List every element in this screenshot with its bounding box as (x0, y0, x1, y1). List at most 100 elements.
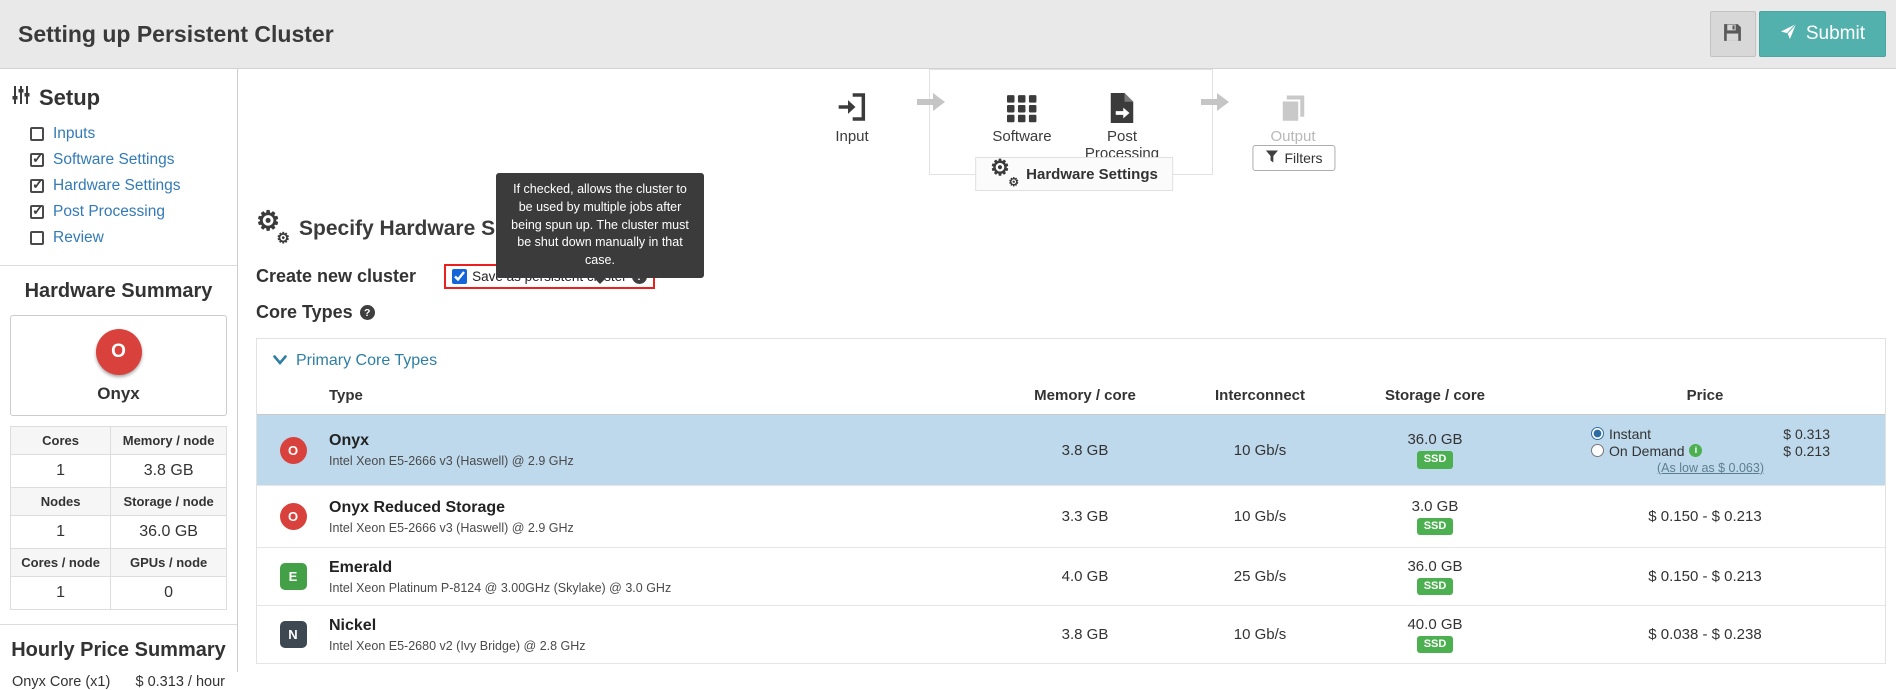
column-header-type: Type (329, 387, 363, 404)
sidebar-divider (0, 624, 237, 625)
ssd-badge: SSD (1416, 577, 1454, 596)
price-option-instant: Instant $ 0.313 (1591, 426, 1830, 442)
checkbox-checked-icon (30, 176, 44, 193)
header-actions: Submit (1709, 11, 1886, 57)
price-range: $ 0.150 - $ 0.213 (1648, 508, 1762, 525)
checkbox-checked-icon (30, 202, 44, 219)
storage-value: 40.0 GB (1407, 615, 1463, 633)
submit-button[interactable]: Submit (1758, 11, 1886, 57)
main-area: Input Software Post Processing ⚙ ⚙ Hardw… (238, 69, 1896, 672)
memory-value: 4.0 GB (1061, 568, 1109, 585)
sidebar-item-software-settings[interactable]: Software Settings (0, 147, 237, 173)
hardware-summary-table: Cores Memory / node 1 3.8 GB Nodes Stora… (9, 426, 227, 610)
create-cluster-label: Create new cluster (256, 266, 417, 286)
core-type-name: Emerald (329, 558, 393, 576)
table-row: 1 36.0 GB (9, 515, 227, 549)
core-type-row-nickel[interactable]: N Nickel Intel Xeon E5-2680 v2 (Ivy Brid… (257, 606, 1885, 664)
core-type-name: Onyx (329, 432, 370, 449)
sliders-icon (12, 85, 30, 111)
interconnect-value: 10 Gb/s (1233, 441, 1287, 459)
price-option-on-demand: On Demand $ 0.213 (1591, 443, 1830, 459)
hourly-price-summary-title: Hourly Price Summary (11, 639, 226, 661)
workflow-step-output: Output (1228, 77, 1358, 145)
core-type-cpu: Intel Xeon E5-2666 v3 (Haswell) @ 2.9 GH… (329, 520, 574, 535)
memory-value: 3.8 GB (1061, 626, 1109, 643)
persistent-cluster-checkbox[interactable] (452, 269, 468, 284)
page-title: Setting up Persistent Cluster (18, 20, 334, 47)
table-row: 1 0 (9, 576, 227, 610)
sidebar-item-hardware-settings[interactable]: Hardware Settings (0, 173, 237, 199)
selected-core-name: Onyx (97, 384, 140, 403)
sidebar-item-review[interactable]: Review (0, 225, 237, 251)
storage-value: 36.0 GB (1407, 557, 1463, 575)
on-demand-price: $ 0.213 (1783, 442, 1830, 459)
price-range: $ 0.150 - $ 0.213 (1648, 568, 1762, 585)
arrow-right-icon (1200, 91, 1230, 117)
save-button[interactable] (1709, 11, 1756, 57)
grid-icon (1007, 77, 1037, 123)
hardware-settings-content: Specify Hardware Settings Create new clu… (238, 208, 1896, 664)
checkbox-unchecked-icon (30, 127, 44, 141)
sidebar-item-post-processing[interactable]: Post Processing (0, 199, 237, 225)
interconnect-value: 10 Gb/s (1233, 508, 1287, 525)
core-badge-icon: O (279, 503, 307, 530)
core-type-row-onyx-reduced-storage[interactable]: O Onyx Reduced Storage Intel Xeon E5-266… (257, 486, 1885, 548)
storage-value: 36.0 GB (1407, 431, 1463, 449)
column-header-interconnect: Interconnect (1214, 387, 1305, 404)
workflow-step-input[interactable]: Input (787, 77, 917, 145)
sidebar-item-inputs[interactable]: Inputs (0, 121, 237, 147)
help-icon[interactable] (359, 305, 375, 320)
hardware-settings-tab[interactable]: Hardware Settings (975, 157, 1173, 191)
hourly-price-value: $ 0.313 / hour (135, 674, 226, 690)
core-badge-icon: O (95, 329, 142, 375)
memory-value: 3.8 GB (1061, 441, 1109, 459)
storage-cell: 40.0 GB SSD (1345, 616, 1525, 654)
selected-core-card: O Onyx (10, 315, 227, 416)
gears-icon (990, 157, 1019, 188)
core-badge-icon: E (279, 563, 307, 590)
hardware-summary-title: Hardware Summary (24, 280, 213, 302)
core-type-name: Onyx Reduced Storage (329, 498, 506, 516)
storage-value: 3.0 GB (1411, 497, 1459, 515)
filters-button[interactable]: Filters (1252, 145, 1336, 171)
funnel-icon (1265, 150, 1278, 166)
table-row: Nodes Storage / node (9, 487, 227, 516)
core-badge-icon: O (279, 436, 307, 464)
hourly-price-label: Onyx Core (x1) (12, 674, 111, 690)
as-low-as-link[interactable]: (As low as $ 0.063) (1591, 461, 1830, 475)
paper-plane-icon (1780, 23, 1797, 46)
app-header: Setting up Persistent Cluster Submit (0, 0, 1896, 69)
core-types-table-header: Type Memory / core Interconnect Storage … (257, 381, 1885, 415)
table-row: Cores / node GPUs / node (9, 548, 227, 577)
column-header-storage: Storage / core (1384, 387, 1486, 404)
storage-cell: 3.0 GB SSD (1345, 498, 1525, 536)
gears-icon (256, 208, 290, 246)
ssd-badge: SSD (1416, 451, 1454, 469)
setup-section-title: Setup (12, 85, 237, 111)
primary-core-types-toggle[interactable]: Primary Core Types (257, 339, 1885, 381)
core-types-panel: Primary Core Types Type Memory / core In… (256, 338, 1886, 664)
core-type-cpu: Intel Xeon Platinum P-8124 @ 3.00GHz (Sk… (329, 580, 672, 595)
ssd-badge: SSD (1416, 517, 1454, 536)
core-type-row-onyx[interactable]: O Onyx Intel Xeon E5-2666 v3 (Haswell) @… (257, 415, 1885, 486)
file-export-icon (1109, 77, 1135, 123)
interconnect-value: 25 Gb/s (1233, 568, 1287, 585)
core-badge-icon: N (279, 621, 307, 648)
price-range: $ 0.038 - $ 0.238 (1648, 626, 1762, 643)
storage-cell: 36.0 GB SSD (1345, 431, 1525, 469)
persistent-cluster-tooltip: If checked, allows the cluster to be use… (496, 173, 704, 278)
info-icon[interactable] (1689, 444, 1703, 457)
checkbox-unchecked-icon (30, 231, 44, 245)
core-type-cpu: Intel Xeon E5-2680 v2 (Ivy Bridge) @ 2.8… (329, 638, 586, 653)
column-header-memory: Memory / core (1034, 387, 1136, 404)
core-type-row-emerald[interactable]: E Emerald Intel Xeon Platinum P-8124 @ 3… (257, 548, 1885, 606)
table-row: Cores Memory / node (9, 426, 227, 455)
ssd-badge: SSD (1416, 635, 1454, 654)
instant-price: $ 0.313 (1783, 425, 1830, 442)
column-header-price: Price (1686, 387, 1724, 404)
on-demand-radio[interactable] (1591, 444, 1604, 457)
core-type-name: Nickel (329, 616, 377, 634)
arrow-right-icon (916, 91, 946, 117)
instant-radio[interactable] (1591, 427, 1604, 440)
workflow-step-post-processing[interactable]: Post Processing (1057, 77, 1187, 163)
